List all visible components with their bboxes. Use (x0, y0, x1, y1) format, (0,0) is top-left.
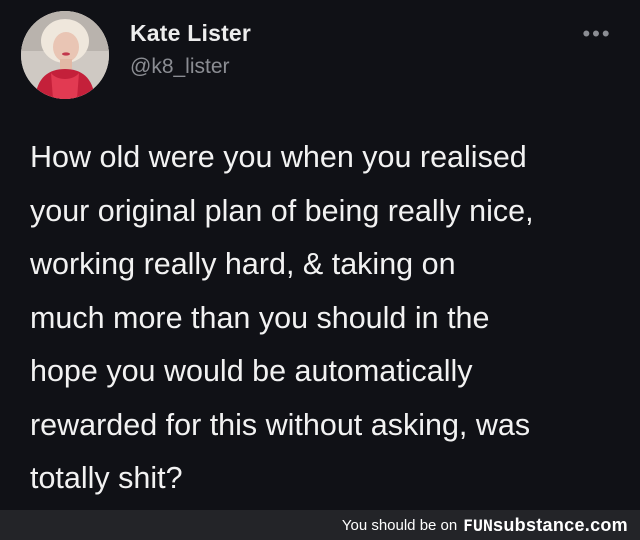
tweet-text: How old were you when you realised your … (30, 140, 534, 495)
tweet-card: Kate Lister @k8_lister ••• How old were … (0, 0, 640, 510)
brand-rest-text: substance.com (493, 514, 628, 535)
watermark-footer: You should be on FUNsubstance.com (0, 510, 640, 540)
author-name[interactable]: Kate Lister (130, 20, 251, 47)
funsubstance-logo[interactable]: FUNsubstance.com (463, 515, 628, 536)
author-handle[interactable]: @k8_lister (130, 55, 230, 79)
more-options-button[interactable]: ••• (580, 21, 614, 46)
avatar[interactable] (21, 11, 109, 99)
more-horizontal-icon: ••• (582, 21, 612, 46)
brand-fun-text: FUN (463, 515, 494, 535)
footer-prefix-text: You should be on (341, 516, 458, 534)
avatar-image (21, 11, 109, 99)
